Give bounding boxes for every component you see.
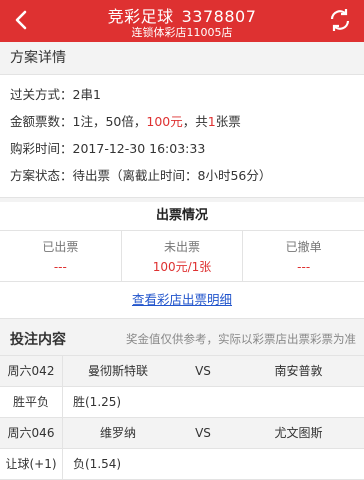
ticket-section-title: 出票情况 [0, 202, 364, 231]
match-row: 周六046 维罗纳 VS 尤文图斯 [0, 418, 364, 449]
plan-section-title: 方案详情 [0, 42, 364, 75]
away-team: 南安普敦 [274, 364, 323, 378]
pass-row: 过关方式：2串1 [10, 81, 354, 108]
time-label: 购彩时间： [10, 141, 73, 156]
ticket-detail-link-row: 查看彩店出票明细 [0, 282, 364, 319]
bets-section-title: 投注内容 [10, 332, 66, 348]
ticket-pending-cell: 未出票 100元/1张 [122, 231, 244, 281]
ticket-stats: 已出票 --- 未出票 100元/1张 已撤单 --- [0, 231, 364, 282]
ticket-pending-label: 未出票 [164, 240, 201, 254]
match-row: 周六042 曼彻斯特联 VS 南安普敦 [0, 356, 364, 387]
time-value: 2017-12-30 16:03:33 [72, 141, 206, 156]
amount-total-prefix: ，共 [182, 114, 208, 129]
amount-row: 金额票数：1注，50倍，100元，共1张票 [10, 108, 354, 135]
pass-label: 过关方式： [10, 87, 73, 102]
match-code: 周六042 [0, 356, 63, 386]
vs-label: VS [195, 426, 211, 440]
play-type: 胜平负 [0, 387, 63, 417]
top-bar: 竞彩足球 3378807 连锁体彩店11005店 [0, 0, 364, 42]
ticket-issued-value: --- [53, 260, 67, 274]
amount-bets: 1注，50倍， [72, 114, 147, 129]
status-row: 方案状态：待出票（离截止时间：8小时56分） [10, 162, 354, 189]
ticket-issued-label: 已出票 [42, 240, 79, 254]
view-ticket-detail-link[interactable]: 查看彩店出票明细 [132, 292, 232, 307]
ticket-cancelled-cell: 已撤单 --- [243, 231, 364, 281]
amount-money: 100元 [146, 114, 183, 129]
status-label: 方案状态： [10, 168, 73, 183]
refresh-button[interactable] [326, 6, 354, 34]
home-team: 维罗纳 [99, 426, 136, 440]
pick-value: 负(1.54) [73, 457, 122, 471]
pick-value: 胜(1.25) [73, 395, 122, 409]
amount-label: 金额票数： [10, 114, 73, 129]
away-team: 尤文图斯 [274, 426, 323, 440]
bets-header: 投注内容 奖金值仅供参考，实际以彩票店出票彩票为准 [0, 323, 364, 356]
store-name: 连锁体彩店11005店 [131, 26, 233, 39]
play-type: 让球(+1) [0, 449, 63, 479]
pass-value: 2串1 [72, 87, 101, 102]
match-code: 周六046 [0, 418, 63, 448]
ticket-cancelled-value: --- [297, 260, 311, 274]
amount-ticket-count: 1 [207, 114, 216, 129]
pick-row: 让球(+1) 负(1.54) [0, 449, 364, 480]
ticket-pending-value: 100元/1张 [152, 260, 212, 274]
ticket-issued-cell: 已出票 --- [0, 231, 122, 281]
time-row: 购彩时间：2017-12-30 16:03:33 [10, 135, 354, 162]
vs-label: VS [195, 364, 211, 378]
bets-disclaimer: 奖金值仅供参考，实际以彩票店出票彩票为准 [126, 332, 356, 346]
amount-ticket-suffix: 张票 [215, 114, 241, 129]
pick-row: 胜平负 胜(1.25) [0, 387, 364, 418]
home-team: 曼彻斯特联 [87, 364, 148, 378]
refresh-icon [330, 9, 350, 31]
ticket-cancelled-label: 已撤单 [285, 240, 322, 254]
plan-details: 过关方式：2串1 金额票数：1注，50倍，100元，共1张票 购彩时间：2017… [0, 75, 364, 198]
status-value: 待出票（离截止时间：8小时56分） [72, 168, 272, 183]
